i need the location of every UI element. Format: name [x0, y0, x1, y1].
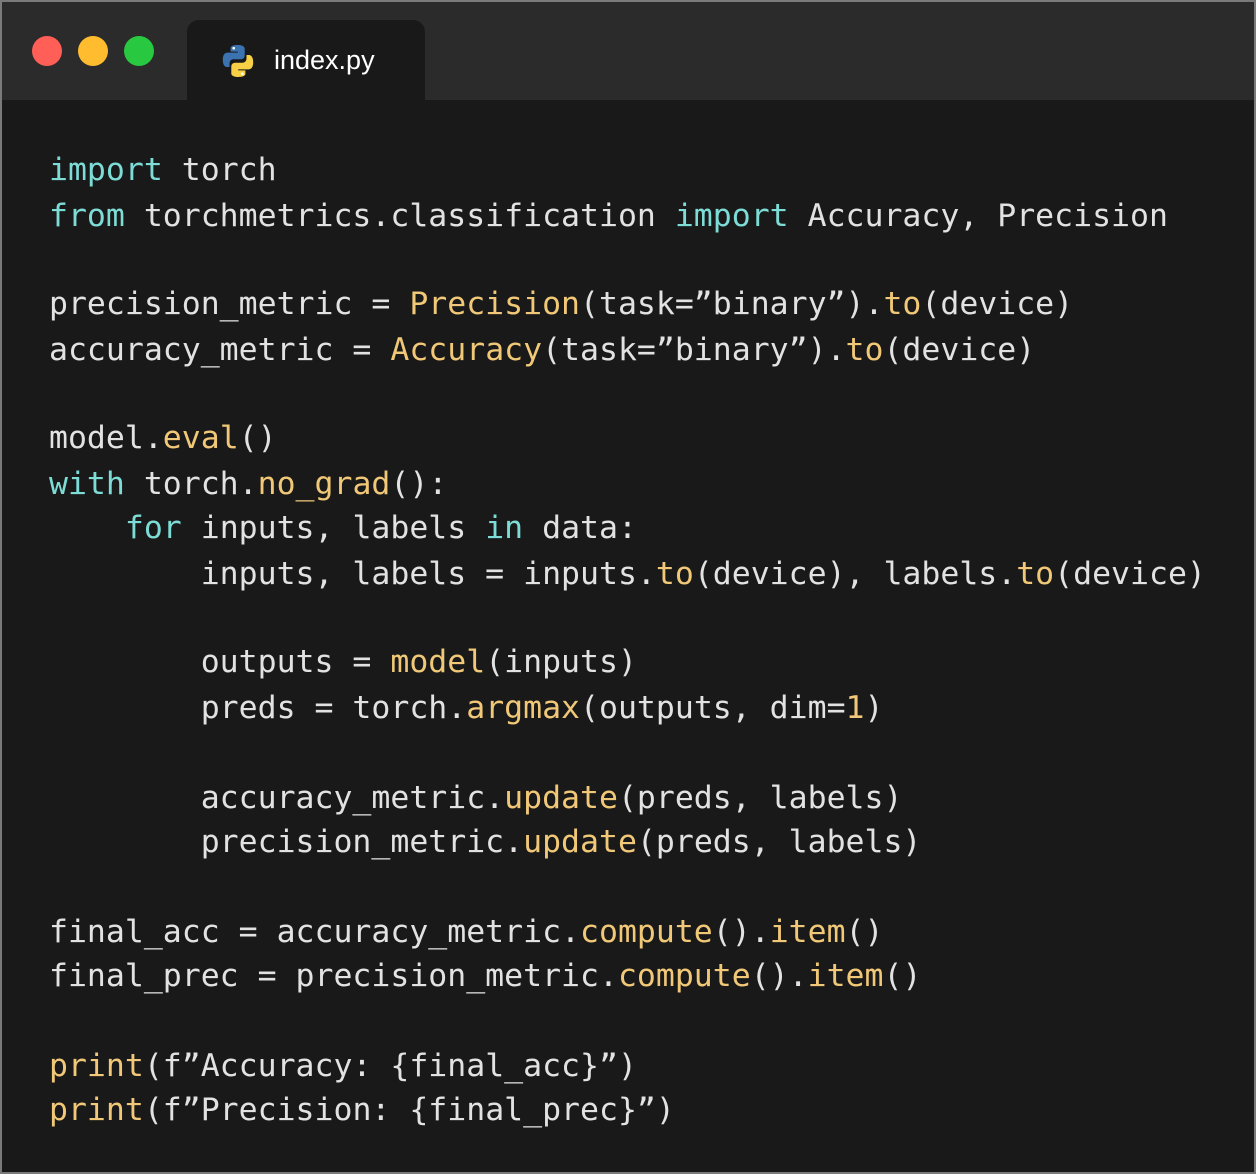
code-line-11: accuracy_metric.update(preds, labels) — [49, 778, 903, 818]
code-line-13: final_acc = accuracy_metric.compute().it… — [49, 912, 883, 952]
code-token: print — [49, 1048, 144, 1084]
maximize-button[interactable] — [124, 36, 154, 66]
code-token: preds = torch. — [49, 690, 467, 726]
code-token: torch. — [124, 466, 258, 502]
code-token: torch — [162, 152, 277, 188]
title-bar: index.py — [2, 2, 1254, 100]
code-editor[interactable]: import torch from torchmetrics.classific… — [2, 100, 1254, 1172]
code-token: data: — [523, 510, 637, 546]
code-line-3: precision_metric = Precision(task=”binar… — [49, 284, 1073, 324]
code-token: (device) — [1054, 556, 1206, 592]
code-line-7: for inputs, labels in data: — [49, 508, 637, 548]
code-window: index.py import torch from torchmetrics.… — [2, 2, 1254, 1172]
code-token: to — [883, 286, 922, 322]
code-token: 1 — [845, 690, 865, 726]
code-token: update — [504, 780, 618, 816]
code-line-8: inputs, labels = inputs.to(device), labe… — [49, 554, 1206, 594]
code-token: (task=”binary”). — [580, 286, 884, 322]
code-token: model — [390, 644, 486, 680]
python-icon — [222, 45, 254, 77]
code-token: (preds, labels) — [636, 824, 922, 860]
code-token: import — [674, 198, 789, 234]
code-token: argmax — [466, 690, 581, 726]
code-token: to — [845, 332, 884, 368]
code-token: torchmetrics.classification — [124, 198, 675, 234]
code-token: inputs, labels = inputs. — [49, 556, 656, 592]
code-token: with — [49, 466, 125, 502]
code-token: ) — [864, 690, 884, 726]
code-token: (device), labels. — [693, 556, 1017, 592]
code-token: (device) — [921, 286, 1074, 322]
code-token: (preds, labels) — [617, 780, 903, 816]
code-token: () — [883, 958, 922, 994]
code-token: import — [49, 152, 163, 188]
code-token: precision_metric = — [49, 286, 410, 322]
tab-index-py[interactable]: index.py — [187, 20, 425, 100]
code-token: outputs = — [49, 644, 391, 680]
code-token: item — [807, 958, 884, 994]
code-token: final_acc = accuracy_metric. — [49, 914, 581, 950]
code-line-1: import torch — [49, 150, 277, 190]
code-token: (outputs, dim= — [580, 690, 846, 726]
code-line-6: with torch.no_grad(): — [49, 464, 447, 504]
code-token: update — [523, 824, 637, 860]
code-token: (f”Precision: {final_prec}”) — [143, 1092, 675, 1128]
code-token: (f”Accuracy: {final_acc}”) — [143, 1048, 637, 1084]
code-line-15: print(f”Accuracy: {final_acc}”) — [49, 1046, 637, 1086]
code-token: compute — [580, 914, 713, 950]
code-token: () — [238, 420, 277, 456]
code-line-4: accuracy_metric = Accuracy(task=”binary”… — [49, 330, 1035, 370]
code-line-12: precision_metric.update(preds, labels) — [49, 822, 922, 862]
minimize-button[interactable] — [78, 36, 108, 66]
code-token: no_grad — [257, 466, 391, 502]
code-token: eval — [162, 420, 239, 456]
close-button[interactable] — [32, 36, 62, 66]
code-token: (). — [712, 914, 770, 950]
code-token: final_prec = precision_metric. — [49, 958, 618, 994]
code-line-10: preds = torch.argmax(outputs, dim=1) — [49, 688, 884, 728]
tab-label: index.py — [274, 45, 375, 75]
code-token: in — [485, 510, 524, 546]
code-token: precision_metric. — [49, 824, 524, 860]
code-token: inputs, labels — [181, 510, 486, 546]
code-token: to — [1016, 556, 1055, 592]
code-token: for — [124, 510, 182, 546]
code-line-16: print(f”Precision: {final_prec}”) — [49, 1090, 675, 1130]
code-token: (device) — [883, 332, 1036, 368]
code-token: (task=”binary”). — [542, 332, 846, 368]
code-token: compute — [617, 958, 751, 994]
code-token: item — [769, 914, 846, 950]
code-token: accuracy_metric = — [49, 332, 391, 368]
code-token: model. — [49, 420, 163, 456]
code-token: (): — [390, 466, 448, 502]
code-token: Accuracy, Precision — [788, 198, 1168, 234]
code-token: from — [49, 198, 125, 234]
code-line-5: model.eval() — [49, 418, 277, 458]
code-token: Accuracy — [390, 332, 543, 368]
code-line-9: outputs = model(inputs) — [49, 642, 637, 682]
code-token: (inputs) — [485, 644, 637, 680]
code-token: () — [845, 914, 884, 950]
code-line-14: final_prec = precision_metric.compute().… — [49, 956, 921, 996]
code-token: Precision — [409, 286, 581, 322]
code-token: print — [49, 1092, 144, 1128]
code-line-2: from torchmetrics.classification import … — [49, 196, 1168, 236]
code-token: (). — [750, 958, 808, 994]
code-token: to — [655, 556, 694, 592]
code-token: accuracy_metric. — [49, 780, 505, 816]
